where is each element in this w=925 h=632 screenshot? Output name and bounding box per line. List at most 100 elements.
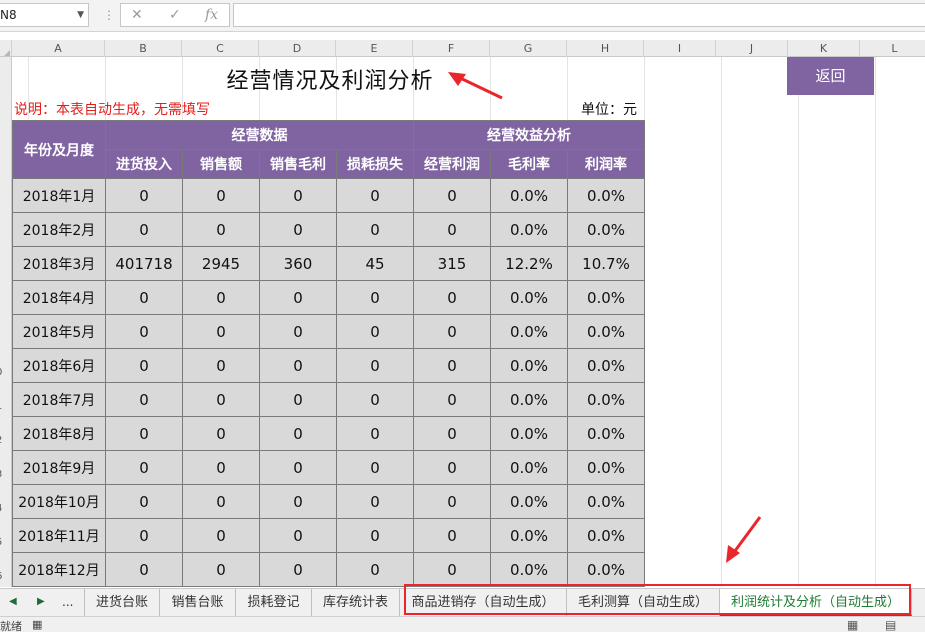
row-header-label[interactable]: 年份及月度: [12, 120, 106, 179]
formula-input[interactable]: [233, 3, 925, 27]
month-cell[interactable]: 2018年5月: [12, 314, 106, 349]
month-cell[interactable]: 2018年11月: [12, 518, 106, 553]
value-cell[interactable]: 0: [105, 314, 183, 349]
value-cell[interactable]: 0.0%: [490, 178, 568, 213]
value-cell[interactable]: 0.0%: [490, 450, 568, 485]
month-cell[interactable]: 2018年1月: [12, 178, 106, 213]
value-cell[interactable]: 0.0%: [567, 450, 645, 485]
value-cell[interactable]: 0: [105, 212, 183, 247]
tab-loss-register[interactable]: 损耗登记: [236, 589, 312, 616]
check-icon[interactable]: ✓: [169, 6, 181, 24]
value-cell[interactable]: 0.0%: [490, 552, 568, 587]
value-cell[interactable]: 0: [413, 484, 491, 519]
group-header-operations[interactable]: 经营数据: [105, 120, 414, 150]
value-cell[interactable]: 0.0%: [490, 416, 568, 451]
value-cell[interactable]: 0: [336, 552, 414, 587]
month-cell[interactable]: 2018年3月: [12, 246, 106, 281]
value-cell[interactable]: 0: [336, 348, 414, 383]
value-cell[interactable]: 0: [182, 450, 260, 485]
value-cell[interactable]: 0: [105, 280, 183, 315]
return-button[interactable]: 返回: [787, 57, 874, 95]
value-cell[interactable]: 0: [413, 450, 491, 485]
column-header-f[interactable]: F: [413, 40, 490, 57]
column-header-g[interactable]: G: [490, 40, 567, 57]
value-cell[interactable]: 0.0%: [567, 382, 645, 417]
value-cell[interactable]: 0: [182, 484, 260, 519]
row-header[interactable]: 4: [0, 503, 2, 514]
value-cell[interactable]: 0: [105, 450, 183, 485]
value-cell[interactable]: 0.0%: [567, 416, 645, 451]
column-header-e[interactable]: E: [336, 40, 413, 57]
row-header[interactable]: 0: [0, 367, 2, 378]
column-subheader[interactable]: 毛利率: [490, 149, 568, 179]
value-cell[interactable]: 0: [336, 212, 414, 247]
value-cell[interactable]: 0.0%: [567, 484, 645, 519]
column-subheader[interactable]: 利润率: [567, 149, 645, 179]
value-cell[interactable]: 0.0%: [567, 518, 645, 553]
value-cell[interactable]: 0: [259, 280, 337, 315]
tab-sales-ledger[interactable]: 销售台账: [160, 589, 236, 616]
row-header[interactable]: 6: [0, 571, 2, 582]
value-cell[interactable]: 0: [413, 416, 491, 451]
select-all-corner[interactable]: [0, 40, 12, 57]
row-header[interactable]: 2: [0, 435, 2, 446]
value-cell[interactable]: 0.0%: [490, 280, 568, 315]
name-box[interactable]: N8 ▼: [0, 3, 89, 27]
value-cell[interactable]: 0: [413, 280, 491, 315]
scroll-tabs-left-icon[interactable]: ◀: [9, 595, 17, 609]
value-cell[interactable]: 0: [413, 518, 491, 553]
column-header-a[interactable]: A: [12, 40, 105, 57]
value-cell[interactable]: 0: [259, 382, 337, 417]
row-header[interactable]: 3: [0, 469, 2, 480]
month-cell[interactable]: 2018年6月: [12, 348, 106, 383]
value-cell[interactable]: 0: [259, 416, 337, 451]
value-cell[interactable]: 0: [336, 280, 414, 315]
value-cell[interactable]: 0.0%: [567, 314, 645, 349]
more-options-icon[interactable]: ⋮: [103, 6, 115, 24]
value-cell[interactable]: 0: [336, 382, 414, 417]
value-cell[interactable]: 0: [259, 178, 337, 213]
column-header-j[interactable]: J: [716, 40, 788, 57]
value-cell[interactable]: 12.2%: [490, 246, 568, 281]
value-cell[interactable]: 0: [259, 518, 337, 553]
tab-purchase-ledger[interactable]: 进货台账: [84, 589, 160, 616]
value-cell[interactable]: 0: [259, 212, 337, 247]
value-cell[interactable]: 0: [259, 552, 337, 587]
more-tabs-icon[interactable]: ...: [62, 595, 73, 609]
column-header-i[interactable]: I: [644, 40, 716, 57]
value-cell[interactable]: 0: [413, 552, 491, 587]
value-cell[interactable]: 0: [105, 518, 183, 553]
value-cell[interactable]: 0: [105, 484, 183, 519]
month-cell[interactable]: 2018年8月: [12, 416, 106, 451]
value-cell[interactable]: 0: [336, 450, 414, 485]
value-cell[interactable]: 315: [413, 246, 491, 281]
month-cell[interactable]: 2018年10月: [12, 484, 106, 519]
value-cell[interactable]: 0: [413, 382, 491, 417]
chevron-down-icon[interactable]: ▼: [77, 4, 84, 26]
value-cell[interactable]: 0: [182, 314, 260, 349]
column-subheader[interactable]: 销售额: [182, 149, 260, 179]
value-cell[interactable]: 0.0%: [567, 280, 645, 315]
month-cell[interactable]: 2018年7月: [12, 382, 106, 417]
tab-inventory-stats[interactable]: 库存统计表: [312, 589, 400, 616]
value-cell[interactable]: 0: [336, 178, 414, 213]
close-icon[interactable]: ✕: [131, 6, 143, 24]
column-subheader[interactable]: 销售毛利: [259, 149, 337, 179]
value-cell[interactable]: 0: [182, 178, 260, 213]
value-cell[interactable]: 45: [336, 246, 414, 281]
value-cell[interactable]: 0: [105, 382, 183, 417]
value-cell[interactable]: 0.0%: [490, 314, 568, 349]
value-cell[interactable]: 0.0%: [567, 348, 645, 383]
value-cell[interactable]: 0: [413, 314, 491, 349]
column-header-c[interactable]: C: [182, 40, 259, 57]
page-layout-view-icon[interactable]: ▤: [885, 618, 896, 632]
value-cell[interactable]: 0.0%: [490, 212, 568, 247]
value-cell[interactable]: 0: [105, 416, 183, 451]
value-cell[interactable]: 0: [182, 416, 260, 451]
month-cell[interactable]: 2018年12月: [12, 552, 106, 587]
month-cell[interactable]: 2018年9月: [12, 450, 106, 485]
value-cell[interactable]: 0: [105, 552, 183, 587]
value-cell[interactable]: 0: [336, 314, 414, 349]
value-cell[interactable]: 0: [182, 518, 260, 553]
month-cell[interactable]: 2018年2月: [12, 212, 106, 247]
